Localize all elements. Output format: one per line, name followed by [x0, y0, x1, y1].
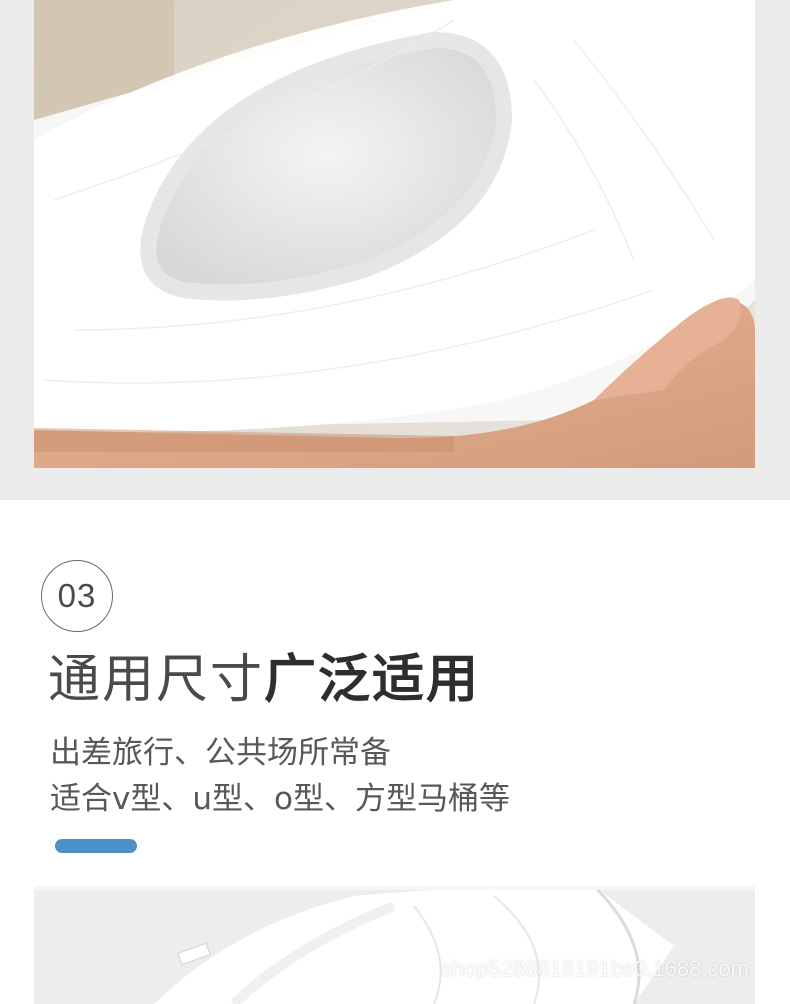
section-title: 通用尺寸广泛适用	[48, 645, 480, 715]
step-number: 03	[57, 577, 97, 614]
accent-divider	[55, 839, 137, 853]
bottom-product-photo: shop5288818191bs0.1688.com	[34, 886, 755, 1004]
section-title-bold: 广泛适用	[264, 650, 481, 710]
seat-cover-fabric-illustration	[34, 886, 755, 1004]
step-number-badge: 03	[41, 560, 113, 632]
section-description: 出差旅行、公共场所常备 适合v型、u型、o型、方型马桶等	[50, 730, 510, 822]
watermark-text: shop5288818191bs0.1688.com	[440, 956, 749, 981]
description-line-2: 适合v型、u型、o型、方型马桶等	[50, 781, 510, 817]
toilet-seat-cover-photo	[34, 0, 755, 468]
toilet-seat-cover-illustration	[34, 0, 755, 468]
description-line-1: 出差旅行、公共场所常备	[50, 735, 391, 771]
top-image-band	[0, 0, 790, 500]
section-title-light: 通用尺寸	[48, 650, 265, 710]
